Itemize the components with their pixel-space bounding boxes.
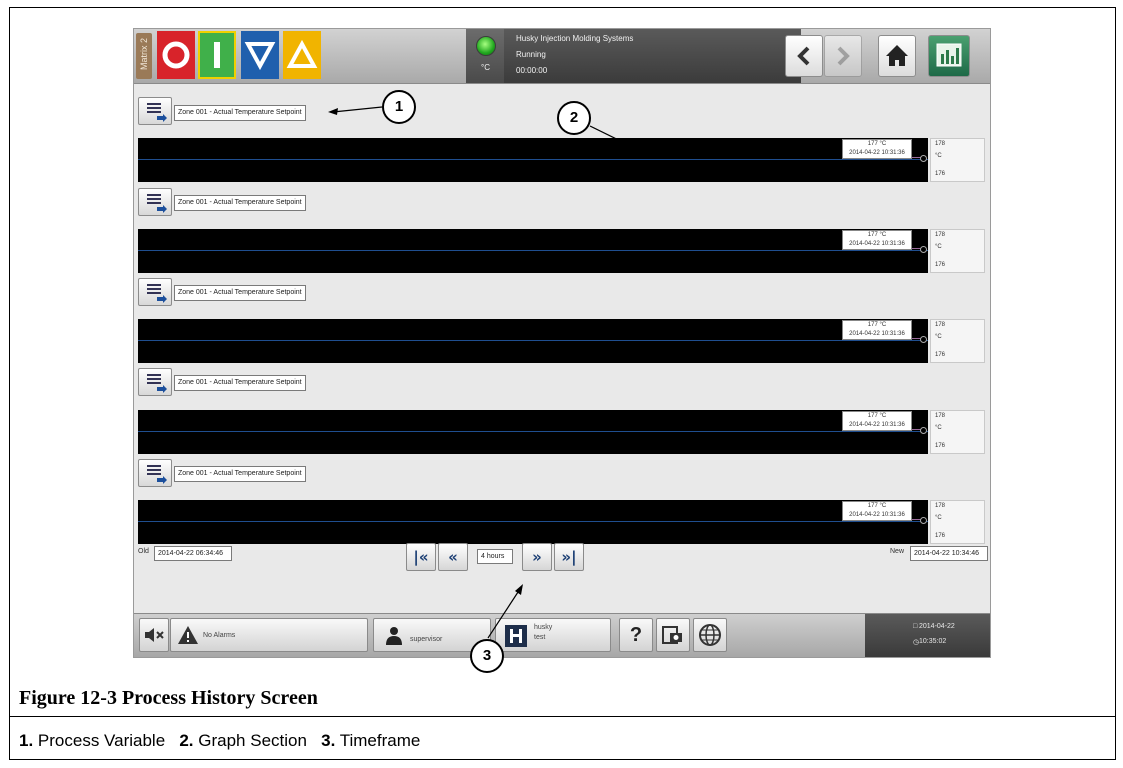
- figure-divider: [9, 716, 1116, 717]
- callout-1: 1: [382, 90, 416, 124]
- figure-title: Figure 12-3 Process History Screen: [19, 687, 318, 709]
- callout-3: 3: [470, 639, 504, 673]
- figure-legend: 1. Process Variable 2. Graph Section 3. …: [19, 731, 421, 750]
- callout-2: 2: [557, 101, 591, 135]
